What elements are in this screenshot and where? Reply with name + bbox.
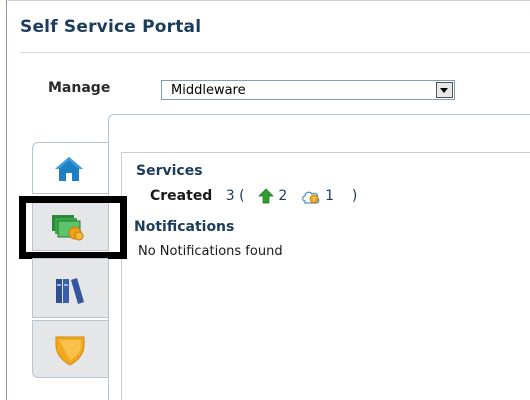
notifications-heading: Notifications [134, 219, 235, 235]
manage-label: Manage [48, 80, 111, 96]
page-title: Self Service Portal [20, 17, 202, 37]
notifications-empty-message: No Notifications found [138, 244, 283, 259]
tab-security[interactable] [32, 320, 108, 378]
library-icon [56, 278, 84, 304]
tab-library[interactable] [32, 258, 108, 318]
home-icon [55, 157, 83, 181]
close-paren: ) [351, 188, 358, 204]
created-label: Created [150, 188, 213, 204]
created-total-count[interactable]: 3 [226, 188, 235, 204]
svg-text:?: ? [312, 196, 315, 203]
up-arrow-icon [258, 188, 274, 204]
manage-dropdown-value: Middleware [171, 83, 246, 98]
self-service-portal-window: Self Service Portal Manage Middleware Se… [0, 0, 530, 400]
tab-home[interactable] [32, 142, 108, 194]
highlight-box [19, 196, 127, 259]
open-paren: ( [239, 188, 245, 204]
shield-icon [55, 336, 85, 366]
services-heading: Services [136, 163, 203, 179]
up-count[interactable]: 2 [278, 188, 287, 204]
manage-dropdown[interactable]: Middleware [161, 80, 455, 100]
services-created-summary: Created 3 ( 2 ? 1 ) [150, 188, 357, 204]
title-divider [20, 52, 530, 53]
pending-cloud-icon: ? [301, 191, 320, 204]
pending-count[interactable]: 1 [325, 188, 334, 204]
chevron-down-icon[interactable] [436, 82, 453, 98]
